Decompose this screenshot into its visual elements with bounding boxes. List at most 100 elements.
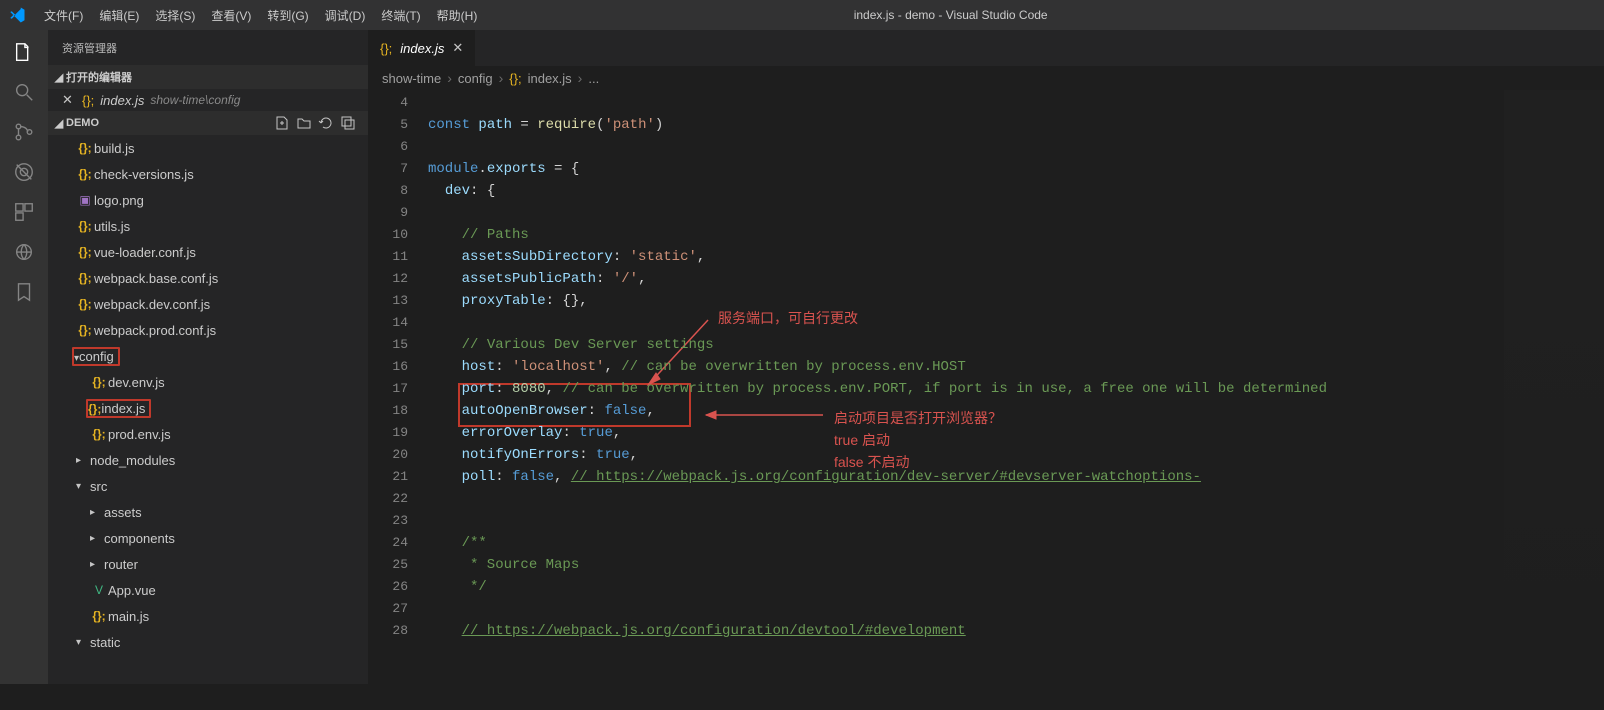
file-index-js[interactable]: {};index.js: [48, 395, 368, 421]
tree-label: vue-loader.conf.js: [94, 245, 196, 260]
code-line[interactable]: assetsSubDirectory: 'static',: [428, 246, 1604, 268]
folder-src[interactable]: ▾src: [48, 473, 368, 499]
close-tab-icon[interactable]: ✕: [452, 40, 463, 56]
search-icon[interactable]: [10, 78, 38, 106]
line-number: 26: [368, 576, 414, 598]
menu-goto[interactable]: 转到(G): [259, 7, 316, 24]
line-number: 27: [368, 598, 414, 620]
tab-indexjs[interactable]: {}; index.js ✕: [368, 30, 476, 66]
menu-help[interactable]: 帮助(H): [429, 7, 486, 24]
menu-select[interactable]: 选择(S): [147, 7, 203, 24]
collapse-icon: ◢: [52, 117, 66, 130]
code-line[interactable]: // https://webpack.js.org/configuration/…: [428, 620, 1604, 642]
folder-node_modules[interactable]: ▸node_modules: [48, 447, 368, 473]
open-editor-item[interactable]: ✕ {}; index.js show-time\config: [48, 89, 368, 111]
menu-terminal[interactable]: 终端(T): [373, 7, 428, 24]
file-App-vue[interactable]: VApp.vue: [48, 577, 368, 603]
folder-assets[interactable]: ▸assets: [48, 499, 368, 525]
code-line[interactable]: module.exports = {: [428, 158, 1604, 180]
file-webpack-dev-conf-js[interactable]: {};webpack.dev.conf.js: [48, 291, 368, 317]
code-line[interactable]: assetsPublicPath: '/',: [428, 268, 1604, 290]
new-folder-icon[interactable]: [296, 115, 312, 131]
extensions-icon[interactable]: [10, 198, 38, 226]
file-webpack-prod-conf-js[interactable]: {};webpack.prod.conf.js: [48, 317, 368, 343]
line-number: 14: [368, 312, 414, 334]
line-number: 15: [368, 334, 414, 356]
code-line[interactable]: port: 8080, // can be overwritten by pro…: [428, 378, 1604, 400]
menu-file[interactable]: 文件(F): [36, 7, 91, 24]
tree-label: components: [104, 531, 175, 546]
crumb[interactable]: ...: [588, 71, 599, 86]
code-line[interactable]: /**: [428, 532, 1604, 554]
file-logo-png[interactable]: ▣logo.png: [48, 187, 368, 213]
debug-icon[interactable]: [10, 158, 38, 186]
open-editor-path: show-time\config: [150, 93, 240, 107]
code-line[interactable]: * Source Maps: [428, 554, 1604, 576]
code-line[interactable]: notifyOnErrors: true,: [428, 444, 1604, 466]
code-editor[interactable]: 服务端口，可自行更改 启动项目是否打开浏览器？ true 启动 false 不启…: [368, 90, 1604, 684]
line-number: 25: [368, 554, 414, 576]
folder-components[interactable]: ▸components: [48, 525, 368, 551]
close-icon[interactable]: ✕: [62, 92, 76, 108]
tree-label: check-versions.js: [94, 167, 194, 182]
outline-icon[interactable]: [10, 238, 38, 266]
collapse-all-icon[interactable]: [340, 115, 356, 131]
code-line[interactable]: proxyTable: {},: [428, 290, 1604, 312]
new-file-icon[interactable]: [274, 115, 290, 131]
editor-tabs: {}; index.js ✕: [368, 30, 1604, 66]
file-prod-env-js[interactable]: {};prod.env.js: [48, 421, 368, 447]
chevron-down-icon: ▾: [76, 481, 90, 492]
open-editors-header[interactable]: ◢ 打开的编辑器: [48, 65, 368, 89]
code-line[interactable]: const path = require('path'): [428, 114, 1604, 136]
chevron-right-icon: ▸: [90, 559, 104, 570]
project-header[interactable]: ◢ DEMO: [48, 111, 368, 135]
file-build-js[interactable]: {};build.js: [48, 135, 368, 161]
crumb[interactable]: show-time: [382, 71, 441, 86]
tab-label: index.js: [400, 41, 444, 56]
menu-debug[interactable]: 调试(D): [317, 7, 374, 24]
file-tree: {};build.js{};check-versions.js▣logo.png…: [48, 135, 368, 655]
tree-label: logo.png: [94, 193, 144, 208]
line-number: 16: [368, 356, 414, 378]
code-line[interactable]: // Paths: [428, 224, 1604, 246]
refresh-icon[interactable]: [318, 115, 334, 131]
crumb[interactable]: index.js: [528, 71, 572, 86]
open-editor-file: index.js: [100, 93, 144, 108]
menu-edit[interactable]: 编辑(E): [91, 7, 147, 24]
line-number: 5: [368, 114, 414, 136]
js-file-icon: {};: [76, 323, 94, 337]
vue-file-icon: V: [90, 583, 108, 597]
explorer-icon[interactable]: [10, 38, 38, 66]
tree-label: App.vue: [108, 583, 156, 598]
code-line[interactable]: autoOpenBrowser: false,: [428, 400, 1604, 422]
breadcrumbs[interactable]: show-time› config› {}; index.js› ...: [368, 66, 1604, 90]
file-webpack-base-conf-js[interactable]: {};webpack.base.conf.js: [48, 265, 368, 291]
file-main-js[interactable]: {};main.js: [48, 603, 368, 629]
folder-router[interactable]: ▸router: [48, 551, 368, 577]
code-line[interactable]: errorOverlay: true,: [428, 422, 1604, 444]
file-vue-loader-conf-js[interactable]: {};vue-loader.conf.js: [48, 239, 368, 265]
js-file-icon: {};: [76, 297, 94, 311]
folder-static[interactable]: ▾static: [48, 629, 368, 655]
sidebar-title: 资源管理器: [48, 30, 368, 65]
crumb[interactable]: config: [458, 71, 493, 86]
menu-view[interactable]: 查看(V): [203, 7, 259, 24]
chevron-down-icon: ▾: [76, 637, 90, 648]
js-file-icon: {};: [82, 93, 94, 108]
code-line[interactable]: */: [428, 576, 1604, 598]
tree-label: prod.env.js: [108, 427, 171, 442]
window-title: index.js - demo - Visual Studio Code: [485, 8, 1416, 22]
folder-config[interactable]: ▾config: [48, 343, 368, 369]
bookmark-icon[interactable]: [10, 278, 38, 306]
file-utils-js[interactable]: {};utils.js: [48, 213, 368, 239]
code-line[interactable]: poll: false, // https://webpack.js.org/c…: [428, 466, 1604, 488]
code-line[interactable]: // Various Dev Server settings: [428, 334, 1604, 356]
code-line[interactable]: host: 'localhost', // can be overwritten…: [428, 356, 1604, 378]
line-number: 22: [368, 488, 414, 510]
minimap[interactable]: [1504, 90, 1604, 710]
line-number: 23: [368, 510, 414, 532]
source-control-icon[interactable]: [10, 118, 38, 146]
file-check-versions-js[interactable]: {};check-versions.js: [48, 161, 368, 187]
code-line[interactable]: dev: {: [428, 180, 1604, 202]
file-dev-env-js[interactable]: {};dev.env.js: [48, 369, 368, 395]
